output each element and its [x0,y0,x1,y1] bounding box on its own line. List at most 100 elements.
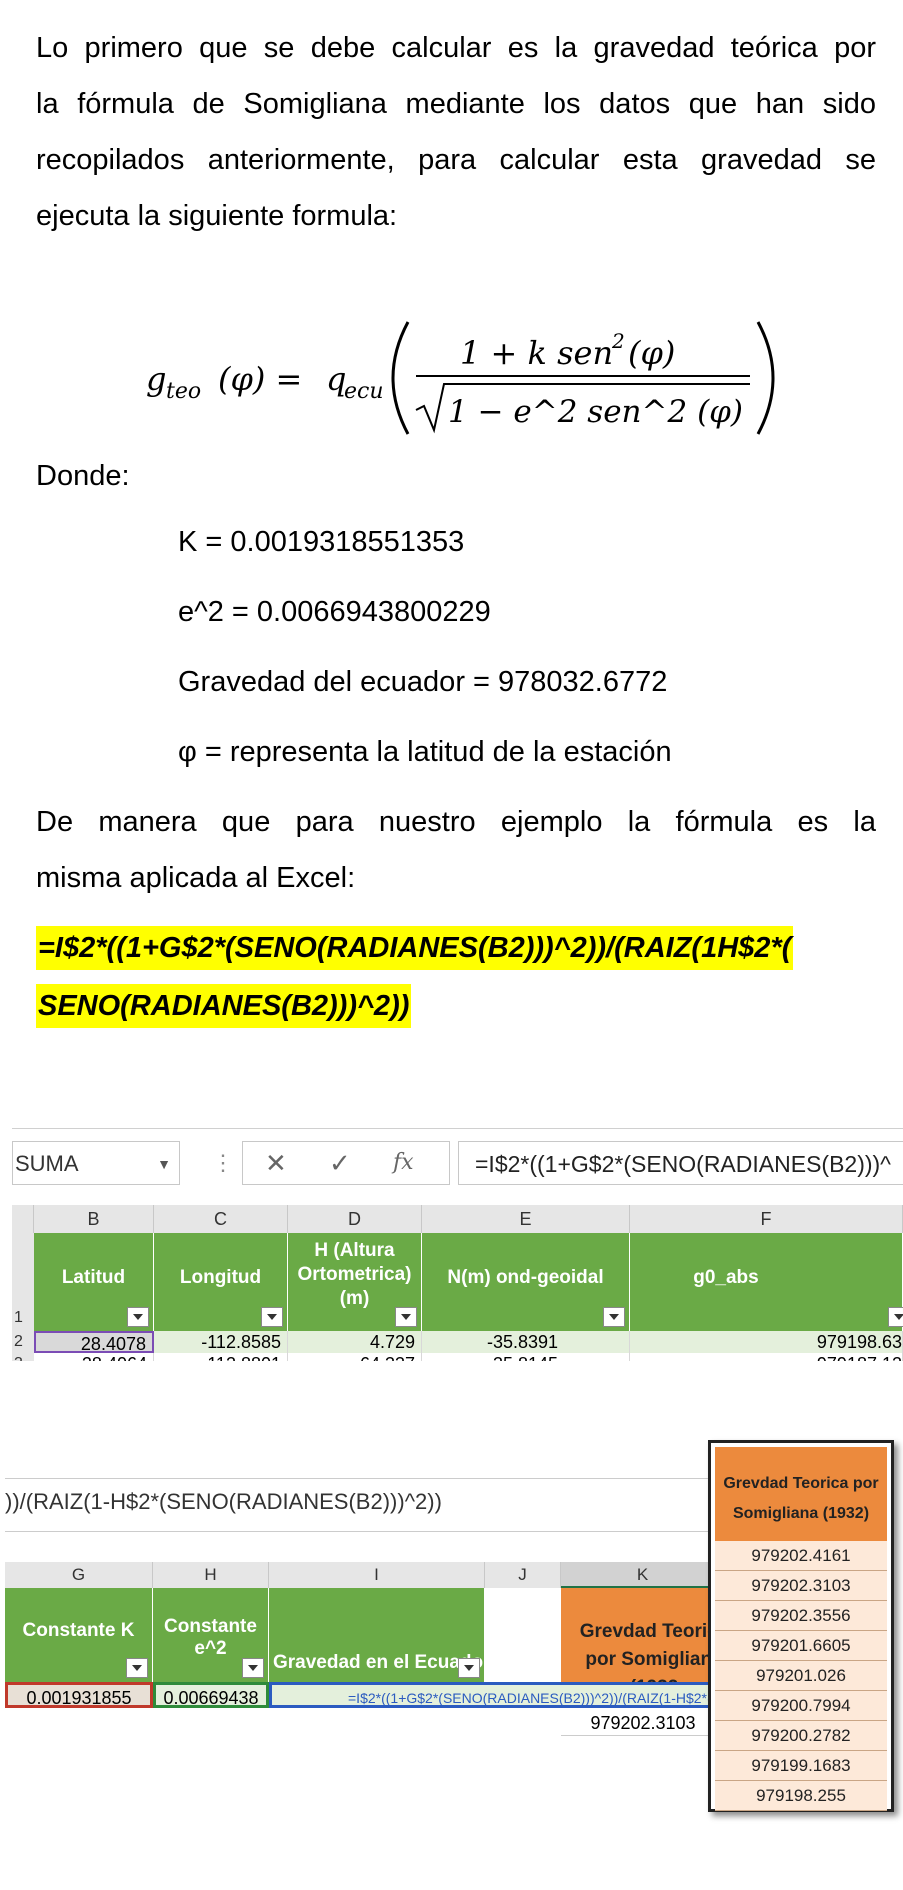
right-paren [756,321,775,435]
cell-k2-formula[interactable]: =I$2*((1+G$2*(SENO(RADIANES(B2)))^2))/(R… [269,1682,725,1708]
formula-svg: g teo (φ) = q ecu 1 + k sen 2 (φ) 1 − e^… [146,321,775,435]
excel-intro-paragraph: De manera que para nuestro ejemplo la fó… [36,794,876,906]
header-longitud-label: Longitud [179,1267,262,1288]
column-header-d[interactable]: D [288,1205,422,1233]
column-header-h[interactable]: H [153,1562,269,1588]
cancel-icon[interactable]: ✕ [265,1148,287,1179]
filter-dropdown-icon[interactable] [888,1307,903,1327]
filter-dropdown-icon[interactable] [126,1658,148,1678]
header-constante-k-label: Constante K [22,1620,135,1641]
intro-line-1: Lo primero que se debe calcular es la gr… [36,32,876,64]
cell-f2[interactable]: 979198.63 [630,1331,903,1353]
column-header-i[interactable]: I [269,1562,485,1588]
formula-denominator: 1 − e^2 sen^2 (φ) [448,394,743,430]
formula-q-sub: ecu [344,379,384,404]
column-header-c[interactable]: C [154,1205,288,1233]
formula-input[interactable]: =I$2*((1+G$2*(SENO(RADIANES(B2)))^ [458,1141,903,1185]
header-constante-e2[interactable]: Constante e^2 [153,1588,269,1682]
chevron-down-icon[interactable]: ▼ [157,1142,171,1186]
header-altura-label: H (Altura Ortometrica) (m) [297,1240,412,1309]
function-icon[interactable]: fx [393,1150,414,1175]
header-latitud-label: Latitud [61,1267,126,1288]
results-row-5: 979201.026 [715,1661,887,1691]
intro-paragraph: Lo primero que se debe calcular es la gr… [36,20,876,244]
cell-h2[interactable]: 0.00669438 [153,1682,269,1708]
excel-intro-line-2: misma aplicada al Excel: [36,862,356,894]
formula-g: g [146,360,166,398]
intro-line-4: ejecuta la siguiente formula: [36,200,398,232]
definition-k: K = 0.0019318551353 [178,526,465,558]
formula-g-sub: teo [166,379,201,404]
excel-intro-line-1: De manera que para nuestro ejemplo la fó… [36,806,876,838]
header-latitud[interactable]: Latitud [34,1233,154,1331]
excel-formula-line-1: =I$2*((1+G$2*(SENO(RADIANES(B2)))^2))/(R… [36,926,794,970]
definition-gravedad-ecuador: Gravedad del ecuador = 978032.6772 [178,666,668,698]
results-row-4: 979201.6605 [715,1631,887,1661]
excel-screenshot-1: SUMA ▼ ⋮ ✕ ✓ fx =I$2*((1+G$2*(SENO(RADIA… [12,1128,903,1361]
more-icon: ⋮ [212,1150,234,1175]
cell-e3[interactable]: -35.8145 [422,1353,630,1361]
cell-g2[interactable]: 0.001931855 [5,1682,153,1708]
formula-lhs-arg: (φ) = [218,360,302,398]
results-row-8: 979199.1683 [715,1751,887,1781]
column-header-f[interactable]: F [630,1205,903,1233]
cell-c3[interactable]: -112.8801 [154,1353,288,1361]
header-g0-abs-label: g0_abs [693,1267,759,1288]
name-box-value: SUMA [15,1151,79,1176]
cell-d3[interactable]: 64.337 [288,1353,422,1361]
results-row-9: 979198.255 [715,1781,887,1811]
filter-dropdown-icon[interactable] [458,1658,480,1678]
formula-num-exp: 2 [611,329,625,353]
header-longitud[interactable]: Longitud [154,1233,288,1331]
column-header-g[interactable]: G [5,1562,153,1588]
cell-e2[interactable]: -35.8391 [422,1331,630,1353]
somigliana-results-table: Grevdad Teorica por Somigliana (1932) 97… [708,1440,894,1812]
column-header-e[interactable]: E [422,1205,630,1233]
column-header-k[interactable]: K [561,1562,725,1588]
cell-b3[interactable]: 28.4064 [34,1353,154,1361]
filter-dropdown-icon[interactable] [242,1658,264,1678]
formula-bar-2-text[interactable]: ))/(RAIZ(1-H$2*(SENO(RADIANES(B2)))^2)) [5,1489,442,1515]
header-gravedad-teorica[interactable]: Grevdad Teorica por Somigliana (1932 [561,1588,725,1698]
cell-f3[interactable]: 979187.12 [630,1353,903,1361]
results-row-1: 979202.4161 [715,1541,887,1571]
results-row-2: 979202.3103 [715,1571,887,1601]
excel-screenshot-2: ))/(RAIZ(1-H$2*(SENO(RADIANES(B2)))^2)) … [5,1478,725,1742]
filter-dropdown-icon[interactable] [127,1307,149,1327]
results-row-6: 979200.7994 [715,1691,887,1721]
results-table-header: Grevdad Teorica por Somigliana (1932) [715,1447,887,1541]
enter-icon[interactable]: ✓ [329,1148,351,1179]
somigliana-formula: g teo (φ) = q ecu 1 + k sen 2 (φ) 1 − e^… [140,318,780,438]
results-row-3: 979202.3556 [715,1601,887,1631]
excel-formula-line-2: SENO(RADIANES(B2)))^2)) [36,984,412,1028]
name-box[interactable]: SUMA ▼ [12,1141,180,1185]
results-row-7: 979200.2782 [715,1721,887,1751]
formula-buttons: ✕ ✓ fx [242,1141,450,1185]
header-constante-k[interactable]: Constante K [5,1588,153,1682]
formula-numerator: 1 + k sen [460,334,613,372]
formula-bar: SUMA ▼ ⋮ ✕ ✓ fx =I$2*((1+G$2*(SENO(RADIA… [12,1139,903,1189]
intro-line-3: recopilados anteriormente, para calcular… [36,144,876,176]
definition-e2: e^2 = 0.0066943800229 [178,596,491,628]
column-j-empty[interactable] [485,1588,562,1682]
cell-b2[interactable]: 28.4078 [34,1331,154,1354]
filter-dropdown-icon[interactable] [395,1307,417,1327]
filter-dropdown-icon[interactable] [261,1307,283,1327]
column-header-j[interactable]: J [485,1562,561,1588]
left-paren [391,321,410,435]
cell-k3[interactable]: 979202.3103 [561,1710,725,1736]
formula-num-tail: (φ) [628,334,675,372]
filter-dropdown-icon[interactable] [603,1307,625,1327]
header-g0-abs[interactable]: g0_abs [630,1233,903,1331]
cell-c2[interactable]: -112.8585 [154,1331,288,1353]
select-all-corner[interactable] [12,1205,34,1233]
cell-d2[interactable]: 4.729 [288,1331,422,1353]
donde-label: Donde: [36,460,130,492]
formula-bar-2: ))/(RAIZ(1-H$2*(SENO(RADIANES(B2)))^2)) [5,1478,725,1532]
definition-phi: φ = representa la latitud de la estación [178,736,672,768]
intro-line-2: la fórmula de Somigliana mediante los da… [36,88,876,120]
header-constante-e2-label: Constante e^2 [164,1616,257,1659]
header-gravedad-ecuador[interactable]: Gravedad en el Ecuador [269,1588,491,1682]
header-altura[interactable]: H (Altura Ortometrica) (m) [288,1233,422,1331]
column-header-b[interactable]: B [34,1205,154,1233]
